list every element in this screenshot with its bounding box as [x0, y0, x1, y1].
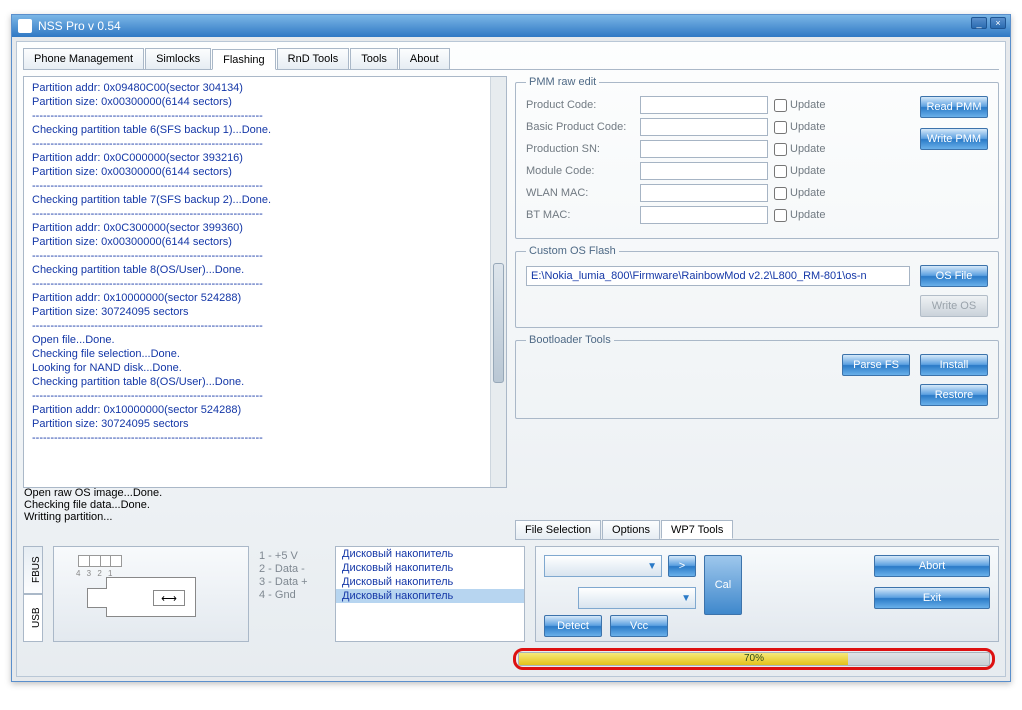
vcc-button[interactable]: Vcc — [610, 615, 668, 637]
install-button[interactable]: Install — [920, 354, 988, 376]
abort-button[interactable]: Abort — [874, 555, 990, 577]
titlebar: NSS Pro v 0.54 _ × — [12, 15, 1010, 37]
tab-simlocks[interactable]: Simlocks — [145, 48, 211, 69]
pmm-input-3[interactable] — [640, 162, 768, 180]
pmm-update-1[interactable]: Update — [774, 121, 882, 134]
minimize-button[interactable]: _ — [971, 17, 987, 29]
os-file-button[interactable]: OS File — [920, 265, 988, 287]
device-list[interactable]: Дисковый накопительДисковый накопительДи… — [335, 546, 525, 642]
connector-diagram: 4 3 2 1 ⟷ — [53, 546, 249, 642]
pin-legend: 1 - +5 V2 - Data -3 - Data +4 - Gnd — [259, 546, 325, 642]
close-button[interactable]: × — [990, 17, 1006, 29]
app-window: NSS Pro v 0.54 _ × Phone Management Siml… — [11, 14, 1011, 682]
read-pmm-button[interactable]: Read PMM — [920, 96, 988, 118]
pmm-update-5[interactable]: Update — [774, 209, 882, 222]
progress-label: 70% — [519, 653, 989, 665]
subtab-file-selection[interactable]: File Selection — [515, 520, 601, 539]
write-pmm-button[interactable]: Write PMM — [920, 128, 988, 150]
side-tabs: FBUS USB — [23, 546, 43, 642]
pmm-label-3: Module Code: — [526, 165, 634, 177]
write-os-button[interactable]: Write OS — [920, 295, 988, 317]
detect-button[interactable]: Detect — [544, 615, 602, 637]
pmm-update-3[interactable]: Update — [774, 165, 882, 178]
pmm-raw-edit: PMM raw edit Product Code: Update Basic P… — [515, 76, 999, 239]
exit-button[interactable]: Exit — [874, 587, 990, 609]
main-tabs: Phone Management Simlocks Flashing RnD T… — [23, 48, 999, 70]
dropdown-1[interactable]: ▼ — [544, 555, 662, 577]
device-item[interactable]: Дисковый накопитель — [336, 561, 524, 575]
device-item[interactable]: Дисковый накопитель — [336, 575, 524, 589]
progress-bar: 70% — [518, 652, 990, 666]
subtab-options[interactable]: Options — [602, 520, 660, 539]
pmm-label-4: WLAN MAC: — [526, 187, 634, 199]
dropdown-2[interactable]: ▼ — [578, 587, 696, 609]
custom-os-flash: Custom OS Flash OS File Write OS — [515, 245, 999, 328]
osflash-legend: Custom OS Flash — [526, 245, 619, 257]
device-item[interactable]: Дисковый накопитель — [336, 547, 524, 561]
tab-tools[interactable]: Tools — [350, 48, 398, 69]
cal-button[interactable]: Cal — [704, 555, 742, 615]
pmm-input-2[interactable] — [640, 140, 768, 158]
pmm-update-4[interactable]: Update — [774, 187, 882, 200]
tab-flashing[interactable]: Flashing — [212, 49, 276, 70]
restore-button[interactable]: Restore — [920, 384, 988, 406]
pmm-label-5: BT MAC: — [526, 209, 634, 221]
pmm-update-2[interactable]: Update — [774, 143, 882, 156]
parse-fs-button[interactable]: Parse FS — [842, 354, 910, 376]
log-highlight: Open raw OS image...Done.Checking file d… — [24, 487, 506, 523]
device-item[interactable]: Дисковый накопитель — [336, 589, 524, 603]
tab-rnd-tools[interactable]: RnD Tools — [277, 48, 350, 69]
pmm-label-0: Product Code: — [526, 99, 634, 111]
pmm-legend: PMM raw edit — [526, 76, 599, 88]
scrollbar-thumb[interactable] — [493, 263, 504, 383]
progress-highlight: 70% — [513, 648, 995, 670]
tab-about[interactable]: About — [399, 48, 450, 69]
boot-legend: Bootloader Tools — [526, 334, 614, 346]
os-path-input[interactable] — [526, 266, 910, 286]
pmm-input-1[interactable] — [640, 118, 768, 136]
usb-icon: ⟷ — [106, 577, 196, 617]
pmm-input-4[interactable] — [640, 184, 768, 202]
app-icon — [18, 19, 32, 33]
bootloader-tools: Bootloader Tools Parse FS Install Restor… — [515, 334, 999, 419]
pmm-input-0[interactable] — [640, 96, 768, 114]
pmm-label-1: Basic Product Code: — [526, 121, 634, 133]
go-button[interactable]: > — [668, 555, 696, 577]
pmm-input-5[interactable] — [640, 206, 768, 224]
subtab-wp7-tools[interactable]: WP7 Tools — [661, 520, 733, 539]
vtab-usb[interactable]: USB — [23, 594, 43, 642]
tab-phone-management[interactable]: Phone Management — [23, 48, 144, 69]
vtab-fbus[interactable]: FBUS — [23, 546, 43, 594]
log-scrollbar[interactable] — [490, 77, 506, 487]
controls-panel: ▼ > ▼ Detect Vcc Cal Abort Exit — [535, 546, 999, 642]
sub-tabs: File Selection Options WP7 Tools — [515, 520, 999, 540]
pmm-label-2: Production SN: — [526, 143, 634, 155]
pmm-update-0[interactable]: Update — [774, 99, 882, 112]
log-panel: Partition addr: 0x09480C00(sector 304134… — [23, 76, 507, 488]
window-title: NSS Pro v 0.54 — [38, 19, 121, 33]
